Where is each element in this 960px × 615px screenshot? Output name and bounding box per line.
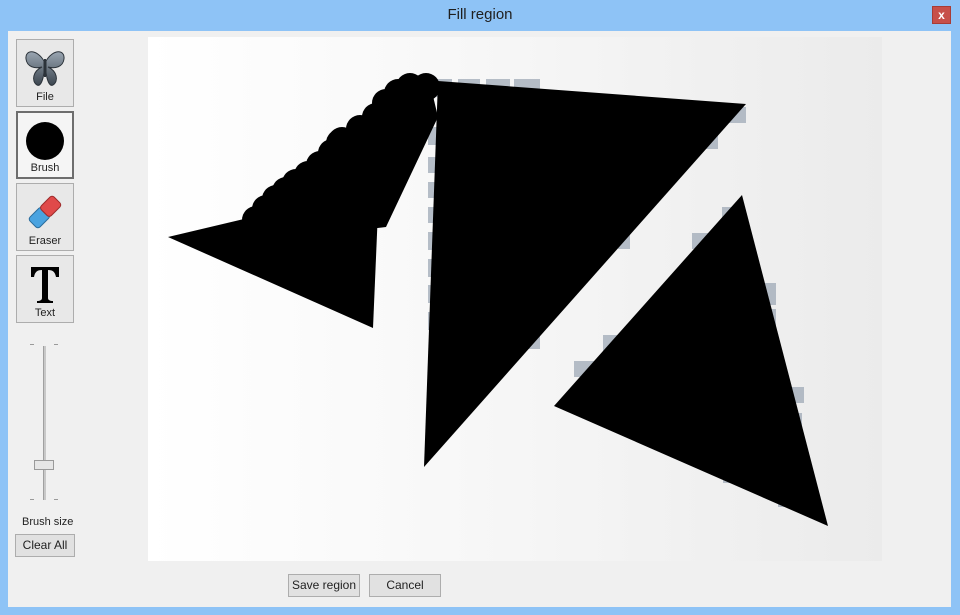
slider-track bbox=[43, 346, 46, 500]
cancel-button[interactable]: Cancel bbox=[369, 574, 441, 597]
eraser-icon bbox=[17, 190, 73, 234]
tool-brush-label: Brush bbox=[30, 162, 60, 174]
mask-drawing bbox=[168, 73, 828, 526]
slider-thumb[interactable] bbox=[34, 460, 54, 470]
tool-eraser-button[interactable]: Eraser bbox=[16, 183, 74, 251]
brush-circle-icon bbox=[18, 119, 72, 163]
save-region-button[interactable]: Save region bbox=[288, 574, 360, 597]
tool-text-button[interactable]: Text bbox=[16, 255, 74, 323]
title-bar: Fill region x bbox=[0, 0, 960, 31]
window-title: Fill region bbox=[447, 6, 513, 23]
brush-size-label: Brush size bbox=[22, 516, 74, 528]
tool-eraser-label: Eraser bbox=[28, 235, 62, 247]
mask-canvas[interactable] bbox=[148, 37, 882, 561]
tool-file-button[interactable]: File bbox=[16, 39, 74, 107]
tool-brush-button[interactable]: Brush bbox=[16, 111, 74, 179]
tool-text-label: Text bbox=[34, 307, 56, 319]
brush-size-slider[interactable] bbox=[24, 342, 64, 504]
tool-file-label: File bbox=[36, 91, 54, 103]
butterfly-icon bbox=[17, 46, 73, 90]
close-button[interactable]: x bbox=[932, 6, 951, 24]
clear-all-button[interactable]: Clear All bbox=[15, 534, 75, 557]
text-t-icon bbox=[17, 262, 73, 306]
dialog-body: File Brush Eraser Text Brush size Clear … bbox=[8, 31, 951, 607]
